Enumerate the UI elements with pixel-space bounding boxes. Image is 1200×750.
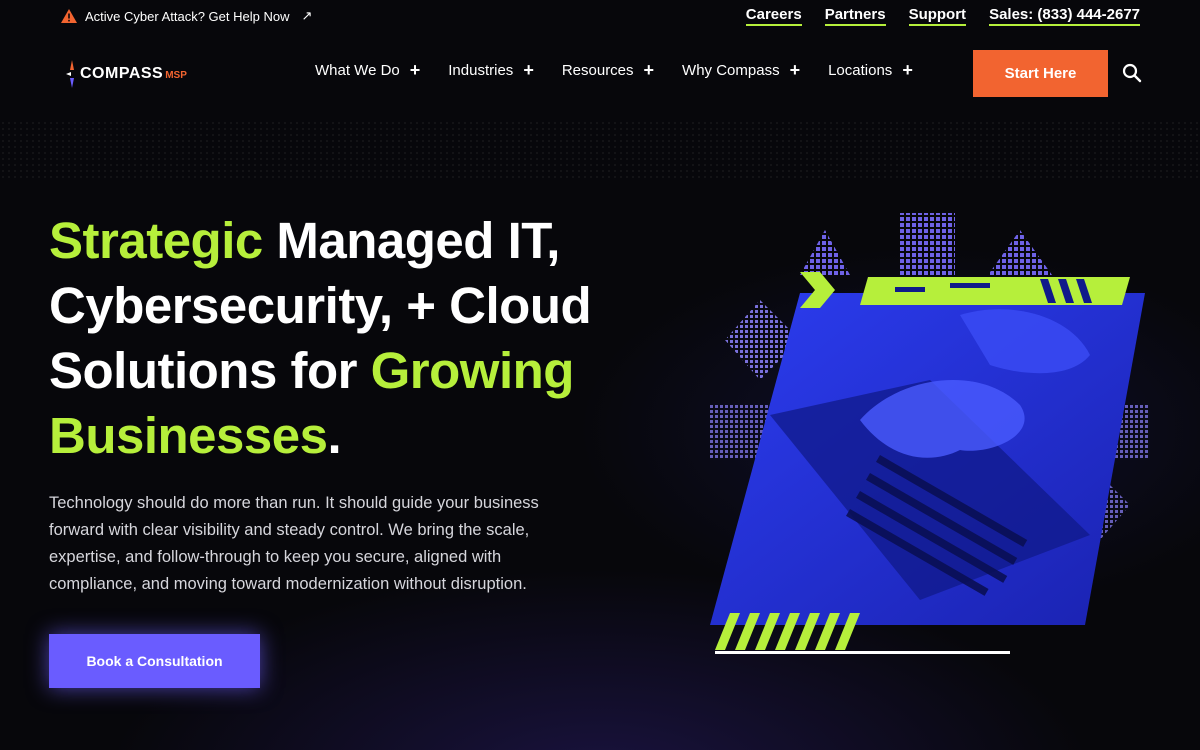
careers-link[interactable]: Careers <box>745 6 802 26</box>
background-dots <box>0 120 1200 180</box>
plus-icon: + <box>902 60 913 80</box>
plus-icon: + <box>409 60 421 80</box>
warning-icon <box>61 9 77 23</box>
menu-item-industries[interactable]: Industries + <box>448 61 534 79</box>
utility-links: Careers Partners Support Sales: (833) 44… <box>745 6 1140 26</box>
menu-item-why-compass[interactable]: Why Compass + <box>682 61 800 79</box>
utility-bar: Active Cyber Attack? Get Help Now ↗ Care… <box>0 0 1200 32</box>
menu-item-what-we-do[interactable]: What We Do + <box>315 61 420 79</box>
hero-body: Technology should do more than run. It s… <box>49 494 539 593</box>
book-consultation-button[interactable]: Book a Consultation <box>49 634 260 688</box>
plus-icon: + <box>523 60 534 80</box>
cyber-attack-alert-link[interactable]: Active Cyber Attack? Get Help Now ↗ <box>61 8 312 24</box>
nav-menu: What We Do + Industries + Resources + Wh… <box>315 61 941 79</box>
partners-link[interactable]: Partners <box>824 6 886 26</box>
start-here-button[interactable]: Start Here <box>973 50 1108 97</box>
logo-subtext: MSP <box>165 70 187 81</box>
logo-text: COMPASS <box>80 65 164 82</box>
hero-headline: Strategic Managed IT, Cybersecurity, + C… <box>49 208 669 468</box>
headline-highlight: Strategic <box>49 212 263 269</box>
arrow-up-right-icon: ↗ <box>301 8 313 23</box>
alert-text: Active Cyber Attack? Get Help Now <box>85 8 290 24</box>
support-link[interactable]: Support <box>908 6 967 26</box>
plus-icon: + <box>643 60 655 80</box>
hero-illustration <box>708 213 1148 654</box>
menu-item-label: Industries <box>448 61 514 79</box>
compass-logo-icon <box>66 60 74 88</box>
menu-item-label: Resources <box>561 61 634 79</box>
headline-period: . <box>327 407 342 464</box>
menu-item-locations[interactable]: Locations + <box>828 61 913 79</box>
menu-item-label: Locations <box>828 61 893 79</box>
search-icon <box>1122 63 1142 83</box>
search-button[interactable] <box>1121 63 1143 85</box>
menu-item-label: What We Do <box>315 61 400 79</box>
logo[interactable]: COMPASS MSP <box>66 60 187 88</box>
sales-phone-link[interactable]: Sales: (833) 444-2677 <box>989 6 1140 26</box>
menu-item-resources[interactable]: Resources + <box>562 61 654 79</box>
main-nav: COMPASS MSP What We Do + Industries + Re… <box>0 50 1200 98</box>
plus-icon: + <box>789 60 801 80</box>
menu-item-label: Why Compass <box>682 61 780 79</box>
